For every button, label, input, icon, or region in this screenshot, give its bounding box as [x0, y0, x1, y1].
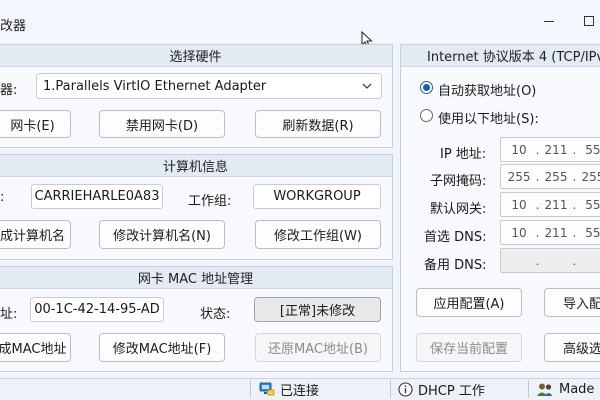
save-current-config-button[interactable]: 保存当前配置	[416, 333, 522, 362]
status-made: Made	[536, 380, 594, 398]
window-title: 改器	[0, 19, 27, 34]
users-icon	[537, 383, 553, 396]
refresh-data-button[interactable]: 刷新数据(R)	[255, 110, 381, 138]
modify-computer-name-button[interactable]: 修改计算机名(N)	[99, 220, 225, 249]
random-computer-name-button[interactable]: 成计算机名	[0, 220, 71, 249]
workgroup-field[interactable]: WORKGROUP	[253, 184, 381, 209]
minimize-button[interactable]	[532, 8, 566, 34]
info-icon	[398, 381, 413, 397]
subnet-mask-field[interactable]: 255.255.255	[500, 164, 600, 189]
subnet-mask-label: 子网掩码:	[430, 174, 487, 189]
ip-dot: .	[535, 253, 540, 268]
preferred-dns-label: 首选 DNS:	[424, 230, 487, 245]
random-mac-button[interactable]: 成MAC地址	[0, 333, 71, 362]
workgroup-label: 工作组:	[188, 194, 232, 209]
mac-status-label: 状态:	[200, 307, 231, 322]
minimize-icon	[544, 20, 554, 22]
status-connection: 已连接	[259, 380, 320, 399]
hardware-panel-header: 选择硬件	[0, 45, 392, 67]
modify-workgroup-button[interactable]: 修改工作组(W)	[255, 220, 381, 249]
auto-address-label: 自动获取地址(O)	[438, 84, 537, 99]
chevron-down-icon	[362, 83, 372, 89]
dhcp-status-text: DHCP 工作	[418, 383, 485, 399]
status-separator	[390, 380, 391, 398]
import-config-button[interactable]: 导入配	[544, 288, 600, 317]
restore-mac-button[interactable]: 还原MAC地址(B)	[255, 333, 381, 362]
ip-octet: 55	[585, 197, 600, 212]
network-connected-icon	[259, 382, 275, 396]
maximize-icon	[584, 16, 594, 26]
adapter-select[interactable]: 1.Parallels VirtIO Ethernet Adapter	[36, 73, 382, 99]
title-bar	[0, 0, 600, 42]
advanced-settings-button[interactable]: 高级选	[544, 333, 600, 362]
manual-address-label: 使用以下地址(S):	[438, 112, 539, 127]
mac-status-badge: [正常]未修改	[254, 297, 381, 322]
ipv4-panel-header: Internet 协议版本 4 (TCP/IPv4	[401, 45, 600, 67]
enable-adapter-button[interactable]: 网卡(E)	[0, 110, 71, 138]
status-separator	[250, 380, 251, 398]
mac-address-field[interactable]: 00-1C-42-14-95-AD	[30, 297, 164, 322]
computer-name-field[interactable]: CARRIEHARLE0A83	[31, 184, 163, 209]
ip-dot: .	[572, 253, 577, 268]
apply-config-button[interactable]: 应用配置(A)	[416, 288, 522, 317]
ip-octet: 211	[544, 197, 568, 212]
auto-address-radio[interactable]	[420, 81, 433, 94]
ip-octet: 255	[507, 169, 531, 184]
ip-octet: 211	[544, 225, 568, 240]
modify-mac-button[interactable]: 修改MAC地址(F)	[99, 333, 225, 362]
ip-octet: 211	[544, 142, 568, 157]
default-gateway-field[interactable]: 10. 211. 55	[500, 192, 600, 217]
ip-octet: 10	[511, 142, 527, 157]
computer-panel-header: 计算机信息	[0, 155, 392, 177]
ip-address-field[interactable]: 10. 211. 55	[500, 137, 600, 162]
alternate-dns-label: 备用 DNS:	[424, 258, 487, 273]
adapter-label: 器:	[0, 83, 18, 98]
status-separator	[528, 380, 529, 398]
computer-name-label: :	[0, 190, 5, 205]
ip-octet: 55	[585, 225, 600, 240]
disable-adapter-button[interactable]: 禁用网卡(D)	[99, 110, 225, 138]
manual-address-radio[interactable]	[420, 109, 433, 122]
maximize-button[interactable]	[572, 8, 600, 34]
connection-status-text: 已连接	[280, 383, 320, 399]
ip-octet: 55	[585, 142, 600, 157]
ip-octet: 10	[511, 197, 527, 212]
ip-octet: 255	[544, 169, 568, 184]
mac-address-label: 址:	[0, 307, 18, 322]
alternate-dns-field[interactable]: ..	[500, 248, 600, 273]
made-text: Made	[559, 381, 595, 397]
ip-octet: 255	[581, 169, 600, 184]
adapter-select-value: 1.Parallels VirtIO Ethernet Adapter	[43, 78, 267, 94]
ip-octet: 10	[511, 225, 527, 240]
status-dhcp: DHCP 工作	[398, 380, 485, 399]
preferred-dns-field[interactable]: 10. 211. 55	[500, 220, 600, 245]
mac-panel-header: 网卡 MAC 地址管理	[0, 267, 392, 289]
default-gateway-label: 默认网关:	[430, 202, 487, 217]
ip-address-label: IP 地址:	[440, 147, 487, 162]
